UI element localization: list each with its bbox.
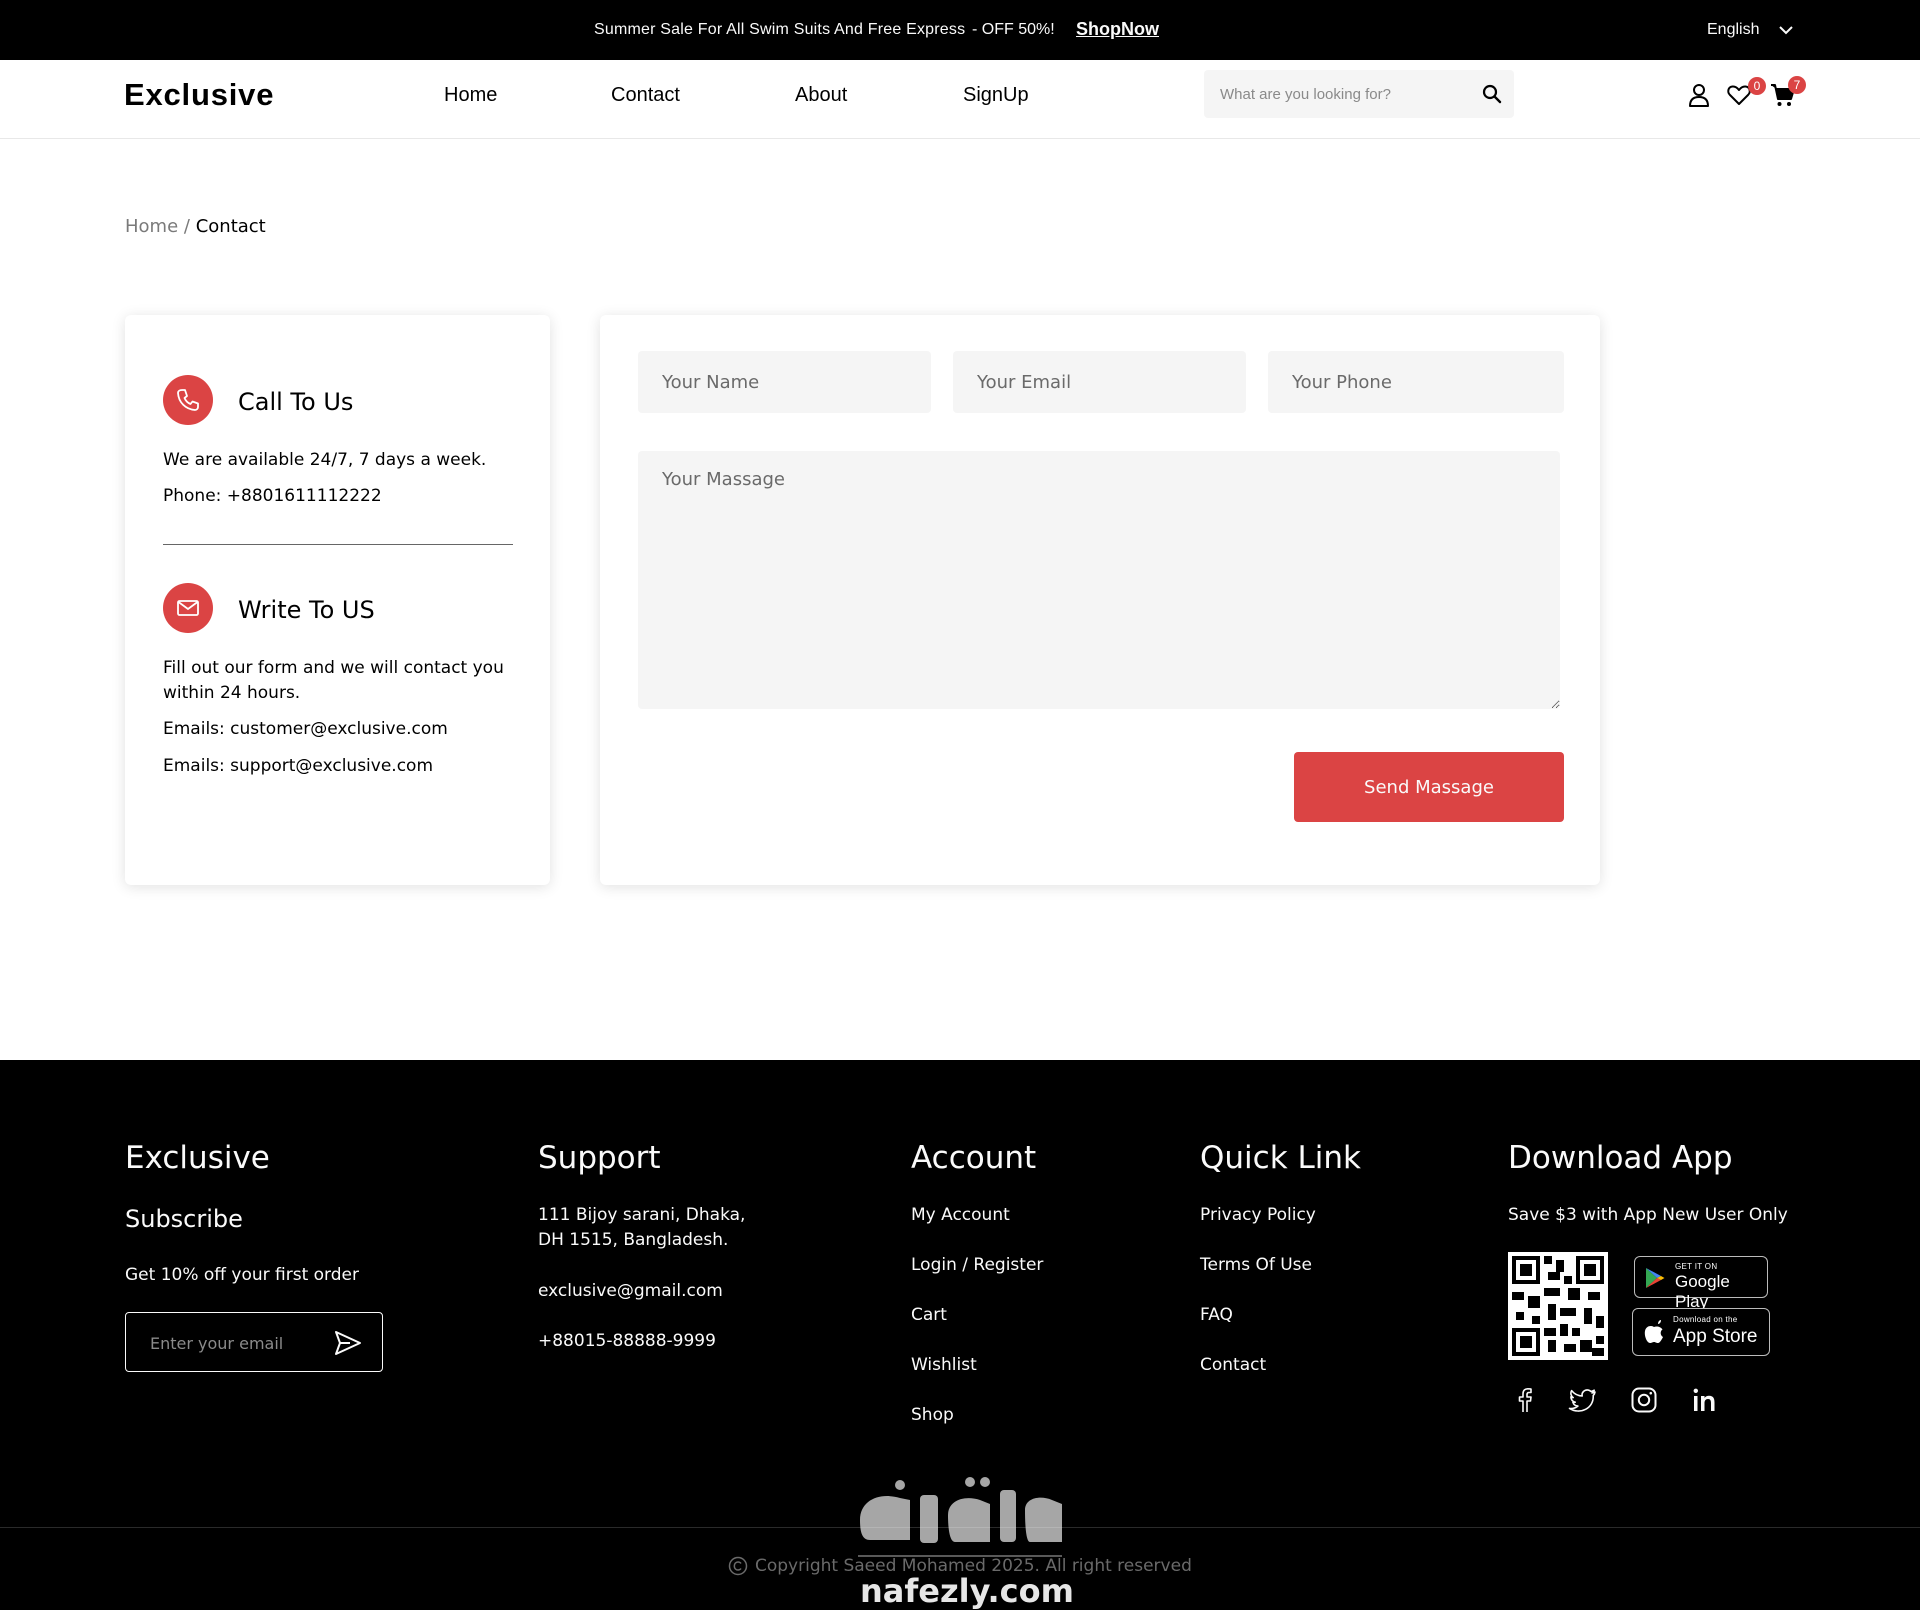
- google-play-small-text: GET IT ON: [1675, 1262, 1718, 1271]
- mail-icon: [177, 600, 199, 616]
- app-store-button[interactable]: Download on the App Store: [1632, 1308, 1770, 1356]
- nav-contact[interactable]: Contact: [611, 84, 680, 107]
- footer-download-title: Download App: [1508, 1140, 1733, 1176]
- footer-subscribe-text: Get 10% off your first order: [125, 1265, 359, 1285]
- site-header: Exclusive Home Contact About SignUp 0 7: [0, 60, 1920, 139]
- contact-form-card: Send Massage: [600, 315, 1600, 885]
- footer-support-address: 111 Bijoy sarani, Dhaka, DH 1515, Bangla…: [538, 1205, 746, 1250]
- nav-about[interactable]: About: [795, 84, 847, 107]
- subscribe-email-input[interactable]: [150, 1331, 330, 1355]
- wishlist-count-badge: 0: [1748, 77, 1766, 95]
- footer-link-contact[interactable]: Contact: [1200, 1355, 1266, 1375]
- facebook-icon[interactable]: [1510, 1385, 1540, 1415]
- footer-link-terms[interactable]: Terms Of Use: [1200, 1255, 1312, 1275]
- mail-icon-circle: [163, 583, 213, 633]
- footer-quick-link-title: Quick Link: [1200, 1140, 1361, 1176]
- breadcrumb-current: Contact: [195, 216, 266, 237]
- linkedin-icon[interactable]: [1690, 1385, 1720, 1415]
- phone-icon-circle: [163, 375, 213, 425]
- apple-icon: [1644, 1320, 1663, 1343]
- qr-code: [1508, 1252, 1608, 1360]
- subscribe-box: [125, 1312, 383, 1372]
- footer-link-privacy-policy[interactable]: Privacy Policy: [1200, 1205, 1316, 1225]
- breadcrumb-home[interactable]: Home: [125, 216, 178, 237]
- search-icon[interactable]: [1482, 84, 1502, 104]
- send-message-button[interactable]: Send Massage: [1294, 752, 1564, 822]
- email-field[interactable]: [953, 351, 1246, 413]
- write-description: Fill out our form and we will contact yo…: [163, 658, 504, 703]
- copyright-icon: [728, 1556, 748, 1576]
- promo-text: Summer Sale For All Swim Suits And Free …: [594, 21, 966, 38]
- promo-discount: - OFF 50%!: [972, 21, 1055, 38]
- search-box: [1204, 70, 1514, 118]
- divider: [163, 544, 513, 545]
- shop-now-link[interactable]: ShopNow: [1076, 19, 1159, 40]
- write-email-support: Emails: support@exclusive.com: [163, 756, 433, 776]
- language-selector[interactable]: English: [1707, 21, 1759, 39]
- google-play-label: Google Play: [1675, 1272, 1730, 1311]
- footer-brand-title: Exclusive: [125, 1140, 270, 1176]
- cart-count-badge: 7: [1788, 76, 1806, 94]
- call-phone: Phone: +8801611112222: [163, 486, 382, 506]
- phone-field[interactable]: [1268, 351, 1564, 413]
- nav-home[interactable]: Home: [444, 84, 497, 107]
- call-availability: We are available 24/7, 7 days a week.: [163, 450, 487, 470]
- nav-signup[interactable]: SignUp: [963, 84, 1029, 107]
- footer-link-wishlist[interactable]: Wishlist: [911, 1355, 977, 1375]
- chevron-down-icon[interactable]: [1776, 22, 1796, 38]
- google-play-button[interactable]: GET IT ON Google Play: [1634, 1256, 1768, 1311]
- call-title: Call To Us: [238, 388, 354, 416]
- message-field[interactable]: [638, 451, 1560, 709]
- footer-support-phone[interactable]: +88015-88888-9999: [538, 1331, 716, 1351]
- breadcrumb-separator: /: [183, 216, 190, 237]
- name-field[interactable]: [638, 351, 931, 413]
- contact-info-card: Call To Us We are available 24/7, 7 days…: [125, 315, 550, 885]
- search-input[interactable]: [1220, 82, 1470, 106]
- footer-support-title: Support: [538, 1140, 661, 1176]
- phone-icon: [177, 389, 199, 411]
- instagram-icon[interactable]: [1629, 1385, 1659, 1415]
- app-store-small-text: Download on the: [1673, 1315, 1738, 1324]
- write-email-customer: Emails: customer@exclusive.com: [163, 719, 448, 739]
- app-store-label: App Store: [1673, 1326, 1758, 1347]
- logo[interactable]: Exclusive: [124, 77, 274, 113]
- footer-link-faq[interactable]: FAQ: [1200, 1305, 1233, 1325]
- footer-link-cart[interactable]: Cart: [911, 1305, 947, 1325]
- google-play-icon: [1646, 1268, 1665, 1288]
- footer-support-email[interactable]: exclusive@gmail.com: [538, 1281, 723, 1301]
- top-promo-bar: Summer Sale For All Swim Suits And Free …: [0, 0, 1920, 60]
- footer-download-text: Save $3 with App New User Only: [1508, 1205, 1788, 1225]
- breadcrumb: Home / Contact: [125, 216, 266, 237]
- footer-link-shop[interactable]: Shop: [911, 1405, 954, 1425]
- footer-account-title: Account: [911, 1140, 1037, 1176]
- write-title: Write To US: [238, 596, 375, 624]
- user-icon[interactable]: [1686, 82, 1712, 108]
- footer-subscribe-title: Subscribe: [125, 1205, 243, 1233]
- send-icon[interactable]: [333, 1329, 363, 1357]
- watermark-text: nafezly.com: [860, 1572, 1074, 1610]
- footer-link-my-account[interactable]: My Account: [911, 1205, 1010, 1225]
- twitter-icon[interactable]: [1568, 1385, 1598, 1415]
- footer-link-login-register[interactable]: Login / Register: [911, 1255, 1043, 1275]
